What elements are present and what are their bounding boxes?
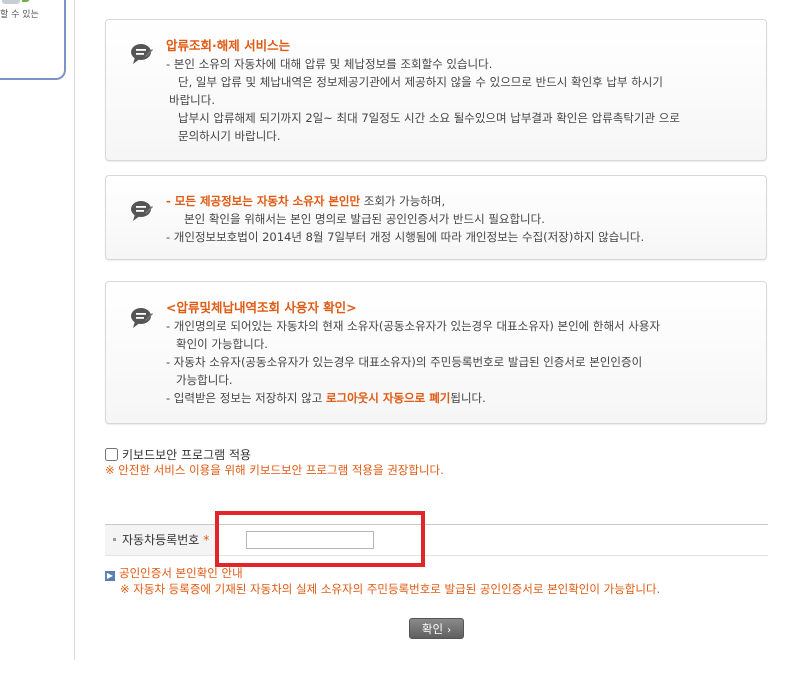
- registration-label-cell: 자동차등록번호 *: [105, 525, 217, 555]
- speech-bubble-icon: [131, 308, 153, 328]
- user-check-line-5: - 입력받은 정보는 저장하지 않고 로그아웃시 자동으로 폐기됩니다.: [166, 389, 746, 407]
- service-line-5: 문의하시기 바랍니다.: [178, 129, 281, 143]
- owner-line-1-rest: 조회가 가능하며,: [360, 194, 446, 208]
- user-check-line-5-pre: - 입력받은 정보는 저장하지 않고: [166, 391, 326, 405]
- required-mark: *: [203, 533, 210, 547]
- service-title: 압류조회·해제 서비스는: [166, 38, 291, 53]
- info-box-owner-only: - 모든 제공정보는 자동차 소유자 본인만 조회가 가능하며, 본인 확인을 …: [105, 175, 767, 260]
- user-check-line-5-highlight: 로그아웃시 자동으로 폐기: [325, 391, 451, 405]
- keyboard-security-checkbox[interactable]: [105, 448, 118, 461]
- left-side-card: 할 수 있는: [0, 0, 66, 80]
- service-line-2: 단, 일부 압류 및 체납내역은 정보제공기관에서 제공하지 않을 수 있으므로…: [178, 75, 663, 89]
- user-check-line-5-post: 됩니다.: [450, 391, 486, 405]
- owner-line-2: 본인 확인을 위해서는 본인 명의로 발급된 공인인증서가 반드시 필요합니다.: [184, 212, 545, 226]
- certificate-guide-text: 공인인증서 본인확인 안내: [119, 566, 243, 580]
- left-card-text: 할 수 있는: [0, 10, 39, 20]
- user-check-line-4: 가능합니다.: [176, 373, 233, 387]
- registration-number-input[interactable]: [246, 531, 374, 549]
- speech-bubble-icon: [131, 44, 153, 64]
- info-box-service: 압류조회·해제 서비스는 - 본인 소유의 자동차에 대해 압류 및 체납정보를…: [105, 19, 767, 161]
- certificate-guide-link[interactable]: ▶ 공인인증서 본인확인 안내: [105, 565, 243, 581]
- user-check-line-2: 확인이 가능합니다.: [176, 337, 268, 351]
- registration-label: 자동차등록번호: [122, 533, 200, 547]
- service-line-4: 납부시 압류해제 되기까지 2일~ 최대 7일정도 시간 소요 될수있으며 납부…: [178, 111, 680, 125]
- keyboard-security-note: ※ 안전한 서비스 이용을 위해 키보드보안 프로그램 적용을 권장합니다.: [105, 463, 444, 477]
- car-icon: [2, 0, 20, 4]
- certificate-guide-note: ※ 자동차 등록증에 기재된 자동차의 실제 소유자의 주민등록번호로 발급된 …: [120, 582, 661, 596]
- keyboard-security-label: 키보드보안 프로그램 적용: [122, 448, 252, 462]
- service-line-3: 바랍니다.: [169, 93, 215, 107]
- confirm-button[interactable]: 확인 ›: [409, 618, 464, 639]
- arrow-right-icon: ▶: [105, 571, 115, 581]
- confirm-button-label: 확인: [421, 622, 444, 636]
- info-box-user-check: <압류및체납내역조회 사용자 확인> - 개인명의로 되어있는 자동차의 현재 …: [105, 281, 767, 424]
- leaf-icon: [22, 0, 30, 2]
- user-check-line-1: - 개인명의로 되어있는 자동차의 현재 소유자(공동소유자가 있는경우 대표소…: [166, 319, 661, 333]
- owner-line-1: - 모든 제공정보는 자동차 소유자 본인만 조회가 가능하며,: [166, 192, 746, 210]
- service-line-1: - 본인 소유의 자동차에 대해 압류 및 체납정보를 조회할수 있습니다.: [166, 57, 493, 71]
- user-check-title: <압류및체납내역조회 사용자 확인>: [166, 300, 357, 315]
- bullet-square-icon: [113, 538, 116, 541]
- column-divider: [74, 0, 75, 660]
- registration-row: 자동차등록번호 *: [105, 524, 768, 556]
- owner-highlight: - 모든 제공정보는 자동차 소유자 본인만: [166, 194, 361, 208]
- chevron-right-icon: ›: [447, 625, 452, 636]
- keyboard-security-option[interactable]: 키보드보안 프로그램 적용: [105, 446, 251, 463]
- owner-line-3: - 개인정보보호법이 2014년 8월 7일부터 개정 시행됨에 따라 개인정보…: [166, 230, 645, 244]
- speech-bubble-icon: [131, 201, 153, 221]
- user-check-line-3: - 자동차 소유자(공동소유자가 있는경우 대표소유자)의 주민등록번호로 발급…: [166, 355, 643, 369]
